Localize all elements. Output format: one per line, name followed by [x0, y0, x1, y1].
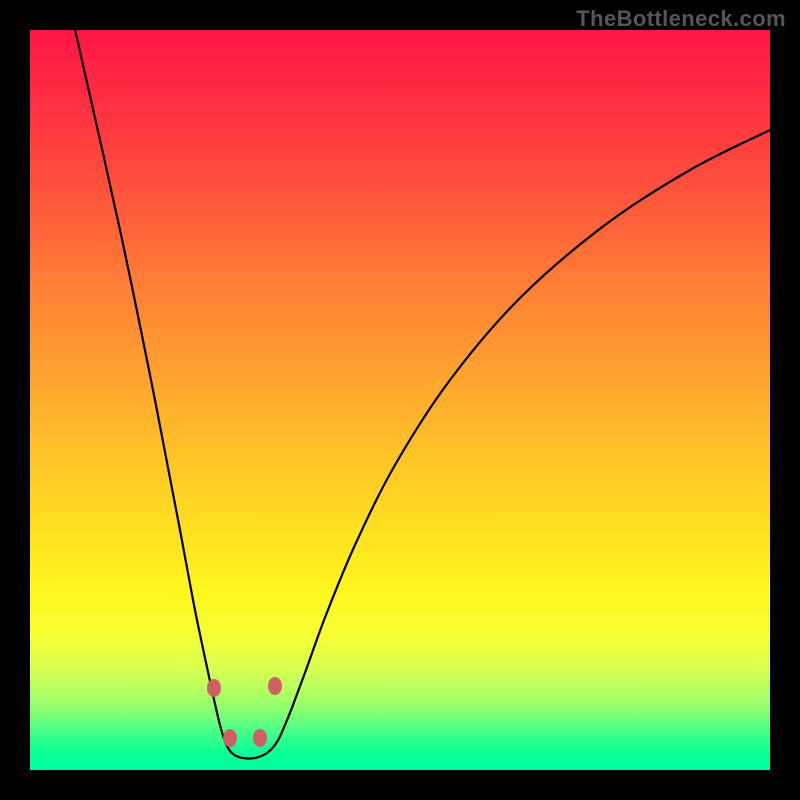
data-marker	[223, 729, 237, 747]
data-marker	[207, 679, 221, 697]
bottleneck-curve	[74, 30, 770, 759]
chart-plot-area	[30, 30, 770, 770]
data-marker	[268, 677, 282, 695]
series-group	[74, 30, 770, 759]
attribution-text: TheBottleneck.com	[576, 6, 786, 32]
chart-svg	[30, 30, 770, 770]
chart-container: TheBottleneck.com	[0, 0, 800, 800]
marker-group	[207, 677, 282, 747]
data-marker	[253, 729, 267, 747]
